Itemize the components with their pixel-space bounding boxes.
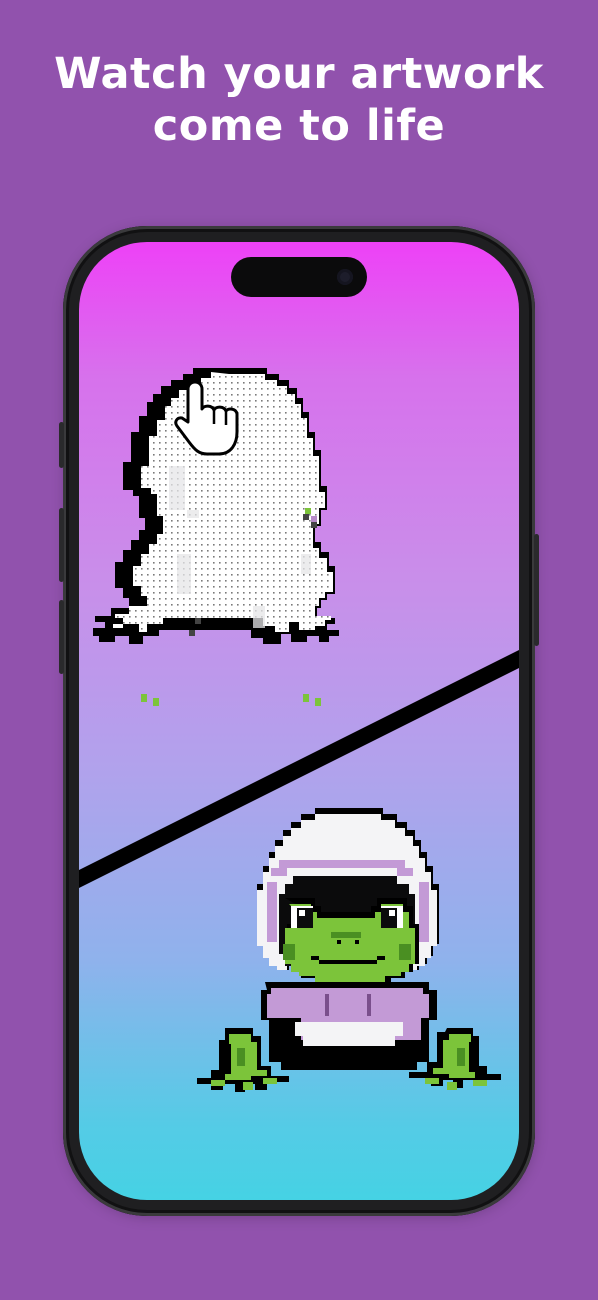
hoodie-pocket-white (295, 1022, 403, 1046)
uncolored-artwork (93, 368, 339, 706)
dynamic-island (231, 257, 367, 297)
artwork-canvas[interactable] (79, 242, 519, 1200)
phone-frame (59, 226, 539, 1216)
colored-artwork-frog (197, 808, 501, 1092)
volume-up-button (59, 508, 64, 582)
headline: Watch your artwork come to life (0, 48, 598, 152)
power-button (534, 534, 539, 646)
phone-screen (79, 242, 519, 1200)
headline-line-1: Watch your artwork (54, 49, 544, 99)
headline-line-2: come to life (152, 101, 446, 151)
volume-down-button (59, 600, 64, 674)
app-store-screenshot: Watch your artwork come to life (0, 0, 598, 1300)
action-button (59, 422, 64, 468)
front-camera-icon (337, 269, 353, 285)
